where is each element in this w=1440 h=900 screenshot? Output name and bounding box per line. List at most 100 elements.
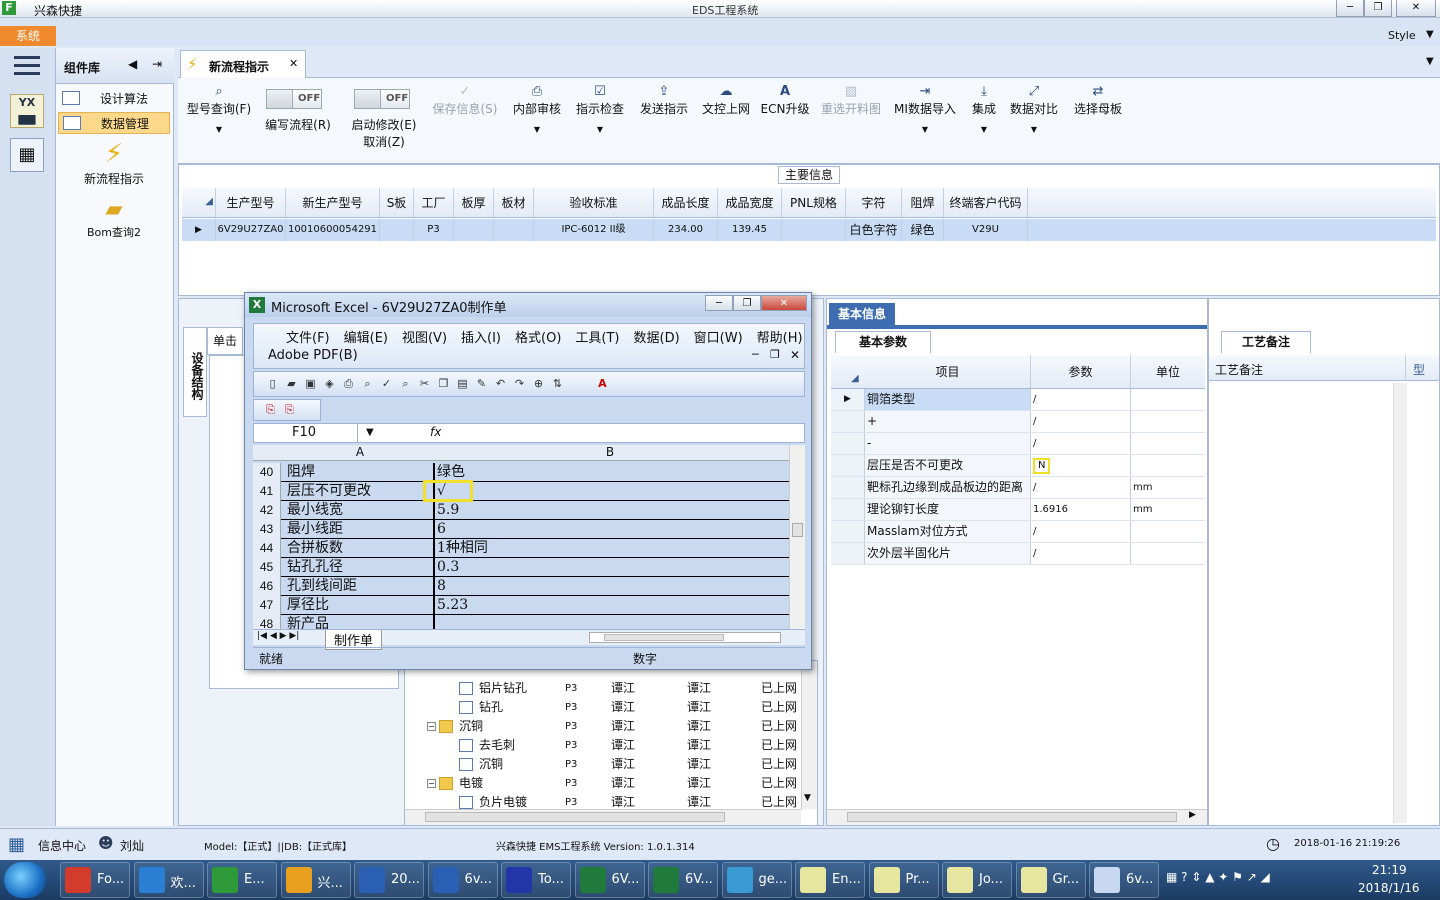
cell-b[interactable]: 5.23: [437, 596, 787, 615]
integrate-button[interactable]: ⤓ 集成 ▼: [966, 84, 1002, 134]
param-value[interactable]: /: [1033, 416, 1036, 427]
taskbar-app-button[interactable]: Fo...: [60, 862, 130, 898]
excel-horizontal-scrollbar[interactable]: [589, 632, 781, 643]
start-button[interactable]: [4, 862, 46, 898]
tree-row[interactable]: − 沉铜 P3 谭江 谭江 已上网: [405, 717, 797, 736]
col-header[interactable]: 成品宽度: [718, 188, 782, 217]
excel-vertical-scrollbar[interactable]: [789, 445, 805, 629]
col-header[interactable]: 生产型号: [216, 188, 286, 217]
undo-icon[interactable]: ↶: [492, 376, 509, 392]
print-preview-icon[interactable]: ⌕: [359, 376, 376, 392]
taskbar-app-button[interactable]: En...: [795, 862, 865, 898]
permission-icon[interactable]: ◈: [321, 376, 338, 392]
param-row[interactable]: 理论铆钉长度 1.6916 mm: [831, 499, 1205, 521]
col-header[interactable]: S板: [380, 188, 414, 217]
param-row[interactable]: + /: [831, 411, 1205, 433]
save-info-button[interactable]: ✓ 保存信息(S): [430, 84, 500, 117]
cell-a[interactable]: 最小线距: [287, 520, 433, 539]
cell-b[interactable]: 5.9: [437, 501, 787, 520]
windows-grid-icon[interactable]: ▦: [8, 834, 30, 855]
tree-vertical-scrollbar[interactable]: ▼: [801, 661, 817, 809]
cell-a[interactable]: 最小线宽: [287, 501, 433, 520]
hyperlink-icon[interactable]: ⊕: [530, 376, 547, 392]
row-number[interactable]: 47: [253, 596, 281, 615]
excel-menu-item[interactable]: 插入(I): [461, 327, 501, 346]
col-header[interactable]: PNL规格: [782, 188, 846, 217]
mi-data-import-button[interactable]: ⇥ MI数据导入 ▼: [892, 84, 958, 134]
data-compare-button[interactable]: ⤢ 数据对比 ▼: [1008, 84, 1060, 134]
excel-title-bar[interactable]: X Microsoft Excel - 6V29U27ZA0制作单 ─ ❐ ✕: [245, 293, 811, 317]
col-header[interactable]: 验收标准: [534, 188, 654, 217]
row-number[interactable]: 45: [253, 558, 281, 577]
tab-basic-info[interactable]: 基本信息: [829, 303, 895, 325]
param-row[interactable]: - /: [831, 433, 1205, 455]
print-icon[interactable]: ⎙: [340, 376, 357, 392]
hamburger-menu-icon[interactable]: [14, 56, 40, 76]
excel-maximize-button[interactable]: ❐: [733, 295, 761, 311]
collapse-icon[interactable]: −: [427, 779, 436, 788]
col-header[interactable]: 字符: [846, 188, 902, 217]
tree-row[interactable]: 钻孔 P3 谭江 谭江 已上网: [405, 698, 797, 717]
cell-a[interactable]: 厚径比: [287, 596, 433, 615]
excel-menu-item[interactable]: 文件(F): [286, 327, 330, 346]
collapse-icon[interactable]: −: [427, 722, 436, 731]
reselect-cutting-chart-button[interactable]: ▨ 重选开料图: [818, 84, 884, 117]
clock-date[interactable]: 2018/1/16: [1358, 881, 1420, 895]
open-folder-icon[interactable]: ▰: [283, 376, 300, 392]
component-item-design-algorithm[interactable]: 设计算法: [58, 88, 170, 110]
param-row[interactable]: 次外层半固化片 /: [831, 543, 1205, 565]
edit-flow-toggle[interactable]: OFF: [266, 89, 322, 109]
cell-a[interactable]: 阻焊: [287, 463, 433, 482]
taskbar-app-button[interactable]: 20...: [354, 862, 424, 898]
taskbar-app-button[interactable]: 欢...: [133, 862, 204, 898]
save-icon[interactable]: ▣: [302, 376, 319, 392]
excel-window[interactable]: X Microsoft Excel - 6V29U27ZA0制作单 ─ ❐ ✕ …: [244, 292, 812, 670]
excel-menu-item[interactable]: 编辑(E): [344, 327, 388, 346]
tree-row[interactable]: − 电镀 P3 谭江 谭江 已上网: [405, 774, 797, 793]
tab-click[interactable]: 单击: [207, 327, 243, 355]
taskbar-app-button[interactable]: 6v...: [427, 862, 498, 898]
minimize-button[interactable]: ─: [1336, 0, 1364, 17]
internal-review-button[interactable]: ⎙ 内部审核 ▼: [508, 84, 566, 134]
excel-menu-item[interactable]: 帮助(H): [757, 327, 803, 346]
row-number[interactable]: 43: [253, 520, 281, 539]
factory-icon[interactable]: YX ▆▆: [10, 94, 44, 128]
table-row[interactable]: ▶ 6V29U27ZA0 10010600054291 P3 IPC-6012 …: [182, 219, 1436, 241]
collapse-left-icon[interactable]: ◀: [128, 57, 137, 71]
col-header[interactable]: 工厂: [414, 188, 454, 217]
clock-time[interactable]: 21:19: [1372, 863, 1407, 877]
taskbar-app-button[interactable]: ge...: [721, 862, 792, 898]
row-number[interactable]: 41: [253, 482, 281, 501]
excel-close-button[interactable]: ✕: [761, 295, 807, 311]
tool-new-flow-instruction[interactable]: ⚡ 新流程指示: [56, 138, 172, 188]
send-instruction-button[interactable]: ⇪ 发送指示: [636, 84, 692, 117]
pdf-email-icon[interactable]: ⎘: [281, 402, 298, 418]
param-row[interactable]: Masslam对位方式 /: [831, 521, 1205, 543]
excel-doc-restore-icon[interactable]: ❐: [770, 348, 780, 361]
row-number[interactable]: 42: [253, 501, 281, 520]
close-button[interactable]: ✕: [1396, 0, 1436, 17]
taskbar-app-button[interactable]: Gr...: [1015, 862, 1086, 898]
excel-minimize-button[interactable]: ─: [705, 295, 733, 311]
calendar-icon[interactable]: ▦: [10, 138, 44, 172]
taskbar-app-button[interactable]: 6V...: [574, 862, 645, 898]
format-painter-icon[interactable]: ✎: [473, 376, 490, 392]
tree-row[interactable]: 去毛刺 P3 谭江 谭江 已上网: [405, 736, 797, 755]
excel-menu-item[interactable]: 数据(D): [634, 327, 680, 346]
tree-horizontal-scrollbar[interactable]: [405, 809, 801, 825]
tab-list-dropdown-icon[interactable]: ▼: [1426, 56, 1434, 67]
cell-b[interactable]: 6: [437, 520, 787, 539]
info-center[interactable]: 信息中心: [38, 837, 86, 854]
param-row[interactable]: 靶标孔边缘到成品板边的距离 / mm: [831, 477, 1205, 499]
excel-menu-item[interactable]: 格式(O): [515, 327, 561, 346]
cell-a[interactable]: 钻孔孔径: [287, 558, 433, 577]
model-query-button[interactable]: ⌕ 型号查询(F) ▼: [184, 84, 254, 134]
excel-doc-close-icon[interactable]: ✕: [790, 348, 800, 362]
col-header[interactable]: 板材: [494, 188, 534, 217]
pin-icon[interactable]: ⇥: [152, 57, 162, 71]
font-color-icon[interactable]: A: [594, 376, 611, 392]
ecn-upgrade-button[interactable]: A ECN升级: [760, 84, 810, 117]
cell-b[interactable]: 8: [437, 577, 787, 596]
param-row[interactable]: ▶ 铜箔类型 /: [831, 389, 1205, 411]
taskbar-app-button[interactable]: E...: [207, 862, 277, 898]
